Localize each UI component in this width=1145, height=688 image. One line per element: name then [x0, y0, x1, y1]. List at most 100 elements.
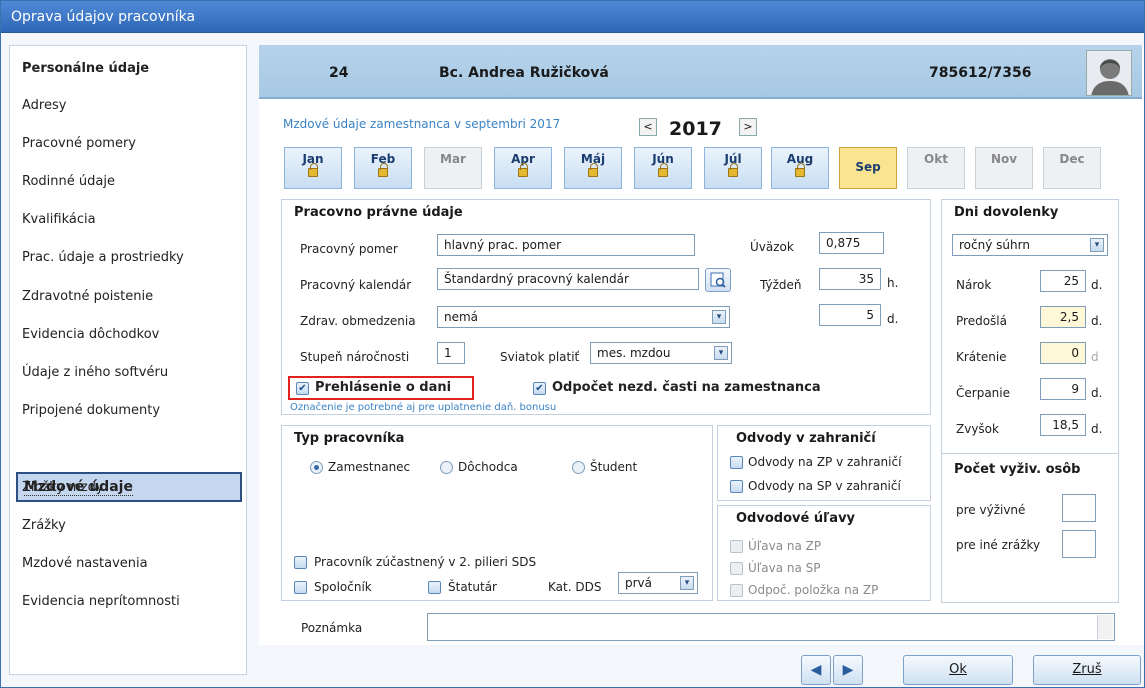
abroad-sp-checkbox[interactable]	[730, 480, 743, 493]
employment-field[interactable]: hlavný prac. pomer	[437, 234, 695, 256]
tax-declaration-label: Prehlásenie o dani	[315, 380, 452, 395]
abroad-zp-checkbox[interactable]	[730, 456, 743, 469]
relief-zp-checkbox[interactable]	[730, 540, 743, 553]
dds-category-label: Kat. DDS	[548, 580, 602, 594]
next-record-button[interactable]: ▶	[833, 655, 863, 685]
sds-pillar-checkbox[interactable]	[294, 556, 307, 569]
student-radio[interactable]	[572, 461, 585, 474]
employee-radio[interactable]	[310, 461, 323, 474]
vacation-mode-select[interactable]: ročný súhrn	[952, 234, 1108, 256]
calendar-search-icon	[710, 272, 726, 288]
vacation-remaining-field[interactable]: 18,5	[1040, 414, 1086, 436]
abroad-contributions-panel: Odvody v zahraničí Odvody na ZP v zahran…	[717, 425, 931, 501]
week-unit: h.	[887, 276, 899, 290]
month-tab-apr[interactable]: Apr	[494, 147, 552, 189]
note-label: Poznámka	[301, 621, 363, 635]
sidebar: Personálne údaje Adresy Pracovné pomery …	[9, 45, 247, 675]
vacation-reduction-label: Krátenie	[956, 350, 1007, 364]
ok-button[interactable]: Ok	[903, 655, 1013, 685]
period-subtitle: Mzdové údaje zamestnanca v septembri 201…	[283, 117, 561, 131]
person-silhouette-icon	[1086, 50, 1132, 96]
month-label: Dec	[1059, 152, 1085, 166]
dependents-support-field[interactable]	[1062, 494, 1096, 522]
cancel-button[interactable]: Zruš	[1033, 655, 1141, 685]
deduction-checkbox[interactable]: ✔	[533, 382, 546, 395]
health-restriction-label: Zdrav. obmedzenia	[300, 314, 416, 328]
statutory-checkbox[interactable]	[428, 581, 441, 594]
relief-item-checkbox[interactable]	[730, 584, 743, 597]
relief-sp-checkbox[interactable]	[730, 562, 743, 575]
month-label: Okt	[924, 152, 948, 166]
tax-bonus-hint: Označenie je potrebné aj pre uplatnenie …	[290, 402, 557, 413]
sidebar-item-work-data[interactable]: Prac. údaje a prostriedky	[22, 250, 184, 265]
vacation-remaining-label: Zvyšok	[956, 422, 999, 436]
lock-icon	[308, 163, 318, 177]
month-tab-sep[interactable]: Sep	[839, 147, 897, 189]
cancel-label: Zruš	[1072, 662, 1102, 677]
month-tab-dec[interactable]: Dec	[1043, 147, 1101, 189]
sds-pillar-label: Pracovník zúčastnený v 2. pilieri SDS	[314, 555, 537, 569]
month-tab-may[interactable]: Máj	[564, 147, 622, 189]
month-tab-jun[interactable]: Jún	[634, 147, 692, 189]
pensioner-radio[interactable]	[440, 461, 453, 474]
month-tab-jan[interactable]: Jan	[284, 147, 342, 189]
sidebar-item-pensions[interactable]: Evidencia dôchodkov	[22, 327, 159, 342]
sidebar-item-absence[interactable]: Evidencia neprítomnosti	[22, 594, 180, 609]
vacation-entitlement-label: Nárok	[956, 278, 992, 292]
health-restriction-select[interactable]: nemá	[437, 306, 730, 328]
previous-record-button[interactable]: ◀	[801, 655, 831, 685]
chevron-down-icon[interactable]: ▾	[680, 576, 694, 590]
sidebar-item-addresses[interactable]: Adresy	[22, 98, 66, 113]
sidebar-item-other-software[interactable]: Údaje z iného softvéru	[22, 365, 168, 380]
lock-icon	[588, 163, 598, 177]
week-days-field[interactable]: 5	[819, 304, 881, 326]
week-hours-field[interactable]: 35	[819, 268, 881, 290]
partner-checkbox[interactable]	[294, 581, 307, 594]
lock-icon	[518, 163, 528, 177]
lock-icon	[795, 163, 805, 177]
labor-law-title: Pracovno právne údaje	[294, 205, 463, 220]
month-tab-mar[interactable]: Mar	[424, 147, 482, 189]
calendar-picker-button[interactable]	[705, 268, 731, 292]
sidebar-item-qualification[interactable]: Kvalifikácia	[22, 212, 96, 227]
chevron-down-icon[interactable]: ▾	[1090, 238, 1104, 252]
vacation-previous-field[interactable]: 2,5	[1040, 306, 1086, 328]
sidebar-item-documents[interactable]: Pripojené dokumenty	[22, 403, 160, 418]
employment-label: Pracovný pomer	[300, 242, 398, 256]
sidebar-item-health-insurance[interactable]: Zdravotné poistenie	[22, 289, 153, 304]
sidebar-item-family[interactable]: Rodinné údaje	[22, 174, 115, 189]
sidebar-item-employment[interactable]: Pracovné pomery	[22, 136, 136, 151]
holiday-label: Sviatok platiť	[500, 350, 580, 364]
calendar-field[interactable]: Štandardný pracovný kalendár	[437, 268, 699, 290]
window-title: Oprava údajov pracovníka	[1, 1, 1144, 33]
note-field[interactable]	[427, 613, 1115, 641]
dependents-other-field[interactable]	[1062, 530, 1096, 558]
month-tab-aug[interactable]: Aug	[771, 147, 829, 189]
workload-field[interactable]: 0,875	[819, 232, 884, 254]
vacation-reduction-field[interactable]: 0	[1040, 342, 1086, 364]
employee-id: 24	[329, 65, 349, 81]
dependents-panel: Počet vyživ. osôb pre výživné pre iné zr…	[941, 453, 1119, 603]
tax-declaration-checkbox[interactable]: ✔	[296, 382, 309, 395]
employee-birth-number: 785612/7356	[929, 65, 1032, 81]
month-tab-oct[interactable]: Okt	[907, 147, 965, 189]
next-year-button[interactable]: >	[739, 118, 757, 136]
sidebar-item-wage-components[interactable]: Zložky mzdy	[22, 480, 104, 495]
pensioner-radio-label: Dôchodca	[458, 460, 518, 474]
holiday-select[interactable]: mes. mzdou	[590, 342, 732, 364]
note-scrollbar[interactable]	[1097, 615, 1113, 639]
month-tab-nov[interactable]: Nov	[975, 147, 1033, 189]
difficulty-field[interactable]: 1	[437, 342, 465, 364]
chevron-down-icon[interactable]: ▾	[712, 310, 726, 324]
month-tab-jul[interactable]: Júl	[704, 147, 762, 189]
sidebar-item-payroll-settings[interactable]: Mzdové nastavenia	[22, 556, 148, 571]
previous-year-button[interactable]: <	[639, 118, 657, 136]
sidebar-item-personal[interactable]: Personálne údaje	[22, 61, 149, 76]
vacation-unit: d.	[1091, 278, 1103, 292]
sidebar-item-deductions[interactable]: Zrážky	[22, 518, 66, 533]
vacation-entitlement-field[interactable]: 25	[1040, 270, 1086, 292]
vacation-used-field[interactable]: 9	[1040, 378, 1086, 400]
month-tab-feb[interactable]: Feb	[354, 147, 412, 189]
chevron-down-icon[interactable]: ▾	[714, 346, 728, 360]
lock-icon	[728, 163, 738, 177]
